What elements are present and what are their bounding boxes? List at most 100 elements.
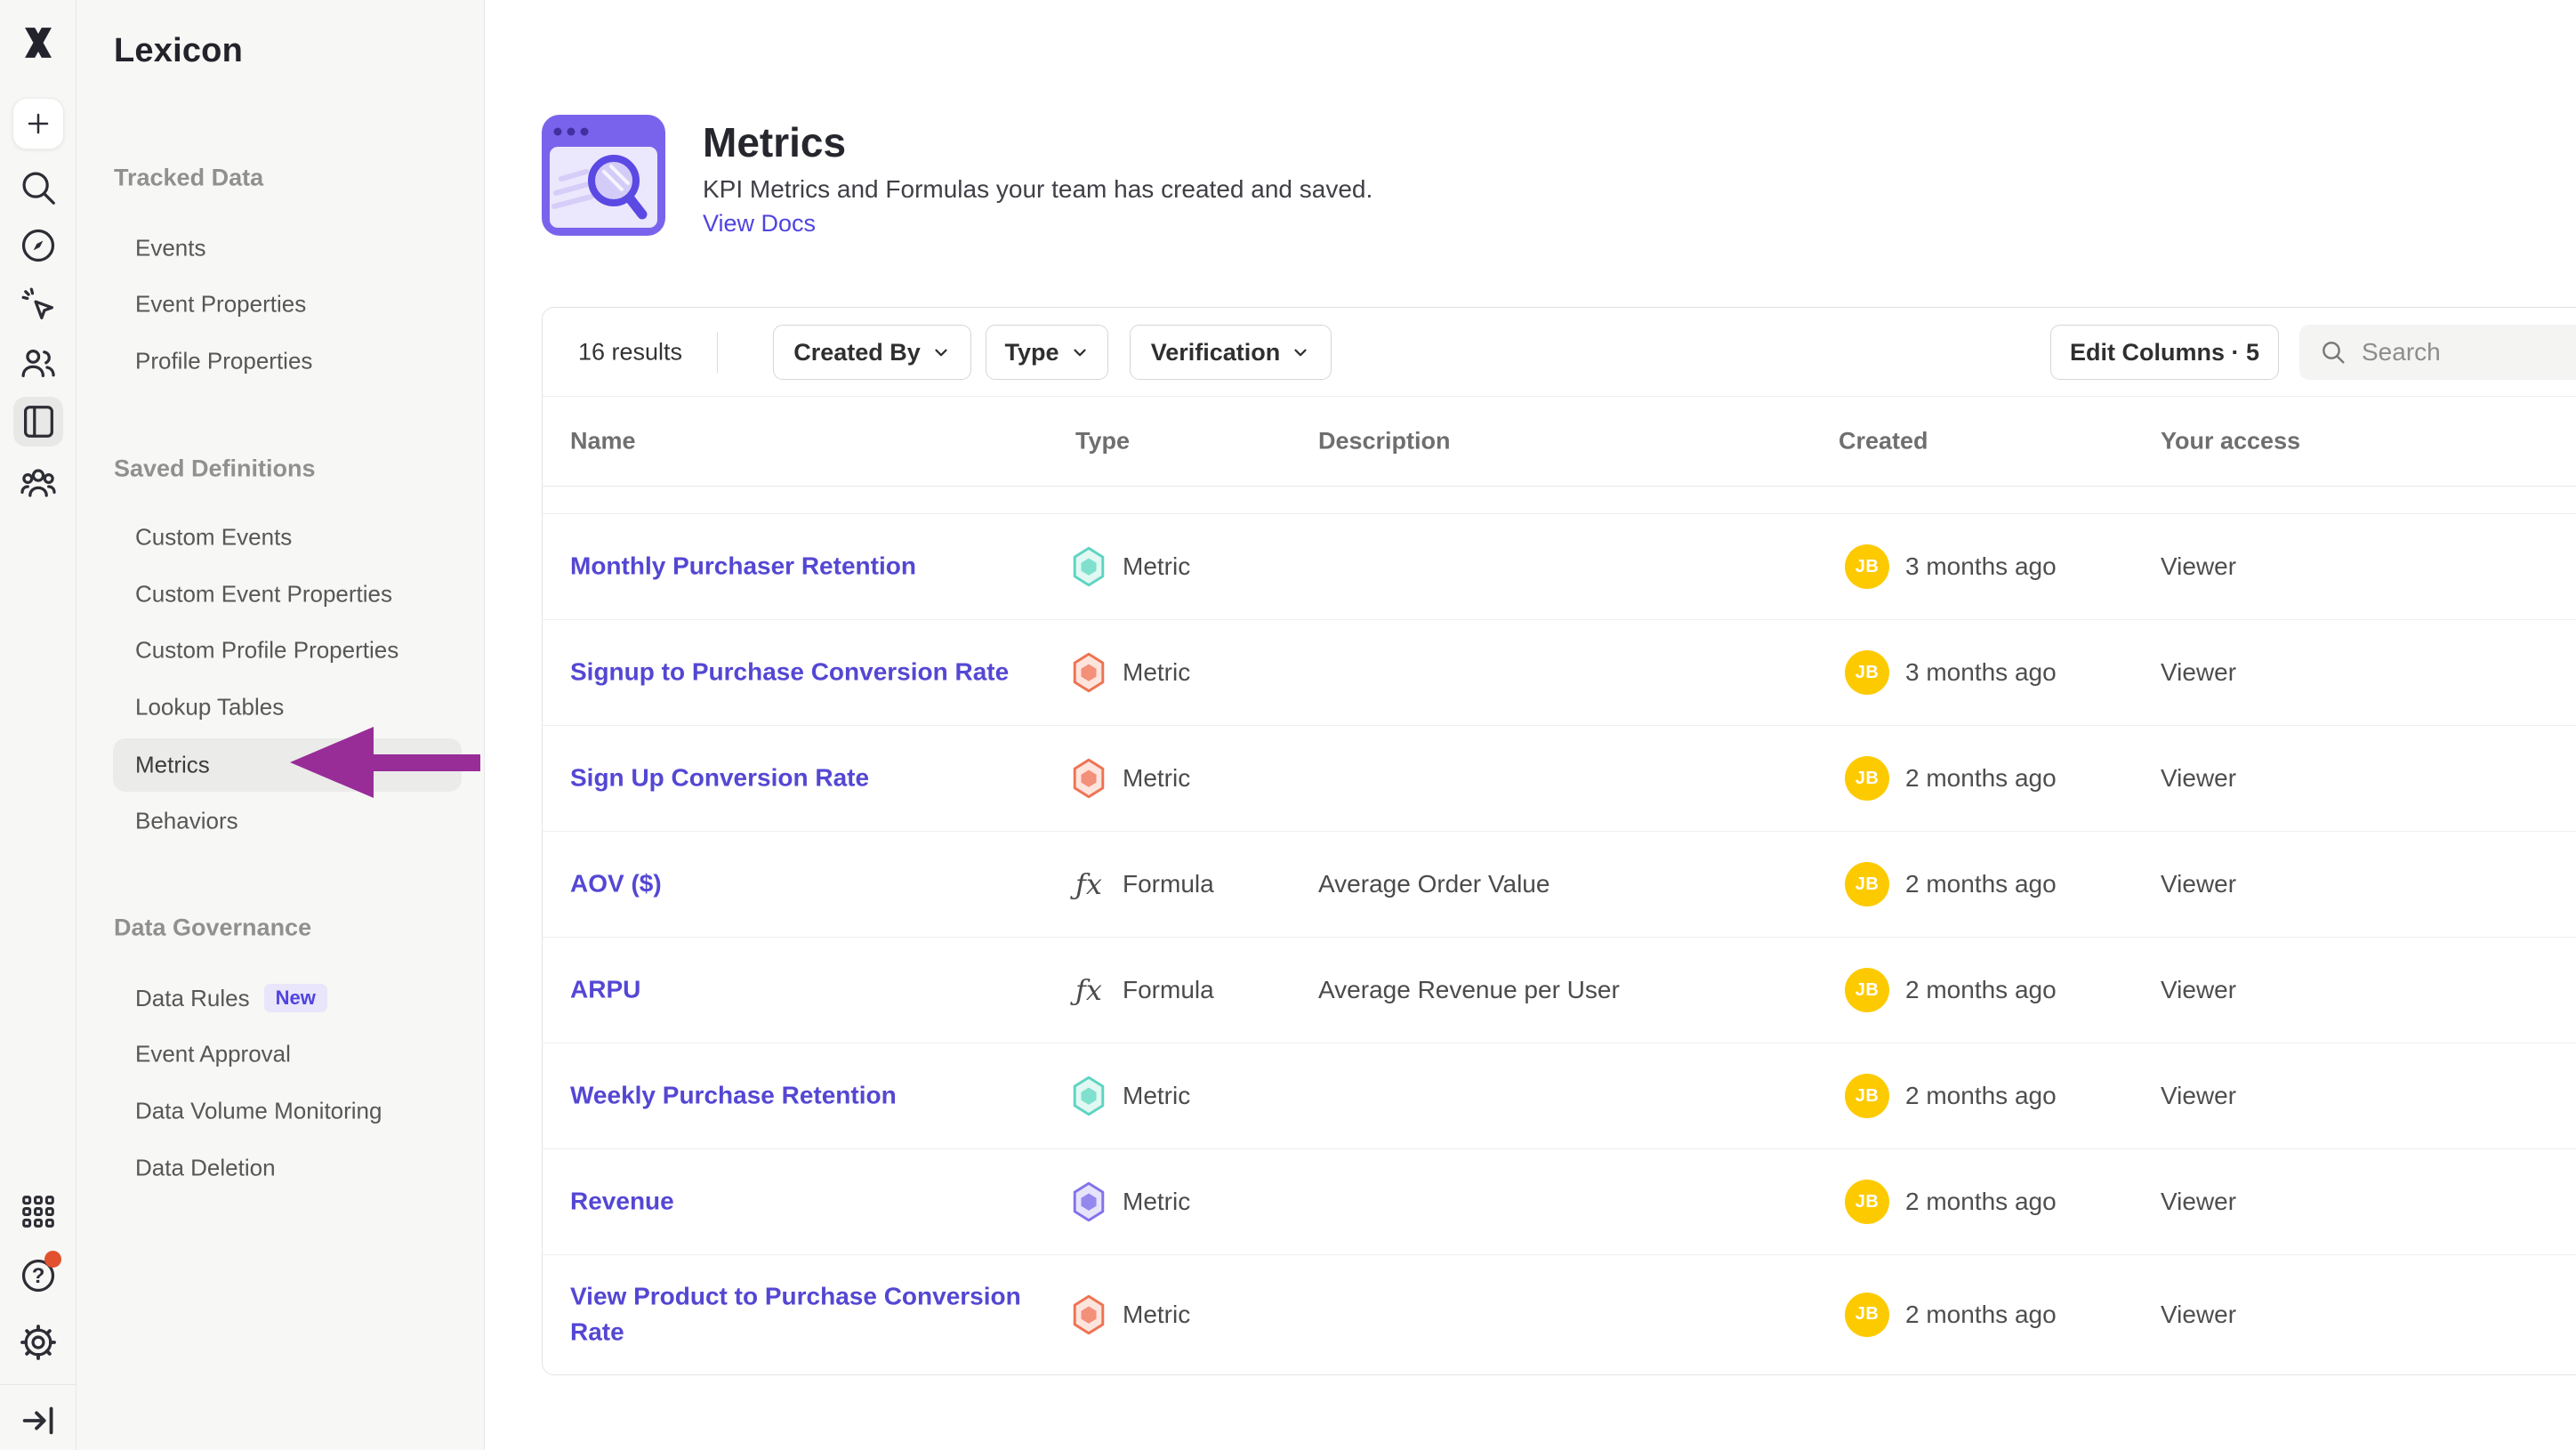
sidebar-item-profile-properties[interactable]: Profile Properties [135,348,312,375]
type-filter-label: Type [1004,339,1059,367]
mixpanel-logo[interactable] [18,22,59,63]
discover-nav-button[interactable] [18,225,59,266]
description-cell: Average Order Value [1318,870,1550,898]
avatar: JB [1845,968,1889,1012]
collapse-sidebar-button[interactable] [18,1400,59,1441]
created-cell: JB 2 months ago [1845,1293,2057,1337]
created-cell: JB 2 months ago [1845,968,2057,1012]
metric-hexagon-teal-icon [1071,546,1107,587]
plus-icon [25,110,52,137]
access-cell: Viewer [2161,1082,2236,1110]
edit-columns-label: Edit Columns · 5 [2070,339,2259,367]
table-row[interactable]: Monthly Purchaser Retention Metric JB 3 … [543,514,2576,620]
metrics-app-art [542,115,665,236]
created-time: 2 months ago [1905,870,2057,898]
metric-name-link[interactable]: ARPU [570,972,1055,1009]
access-cell: Viewer [2161,976,2236,1004]
metric-name-link[interactable]: Monthly Purchaser Retention [570,549,1055,585]
created-cell: JB 2 months ago [1845,862,2057,906]
lexicon-nav-button[interactable] [18,401,59,442]
created-time: 2 months ago [1905,1082,2057,1110]
sidebar-item-custom-event-properties[interactable]: Custom Event Properties [135,581,392,608]
view-docs-link[interactable]: View Docs [703,210,816,238]
formula-fx-icon: ƒx [1071,973,1107,1007]
sidebar-item-events[interactable]: Events [135,235,206,262]
created-cell: JB 3 months ago [1845,544,2057,589]
metric-hexagon-purple-icon [1071,1181,1107,1222]
settings-button[interactable] [18,1322,59,1363]
edit-columns-button[interactable]: Edit Columns · 5 [2050,325,2279,380]
sidebar-item-custom-events[interactable]: Custom Events [135,524,292,552]
chevron-down-icon [1070,342,1090,362]
results-count: 16 results [578,338,682,366]
table-header: Name Type Description Created Your acces… [543,397,2576,487]
metric-name-link[interactable]: Sign Up Conversion Rate [570,761,1055,797]
events-nav-button[interactable] [18,284,59,325]
type-label: Metric [1123,764,1190,793]
sidebar-item-lookup-tables[interactable]: Lookup Tables [135,694,284,721]
table-row[interactable]: ARPU ƒx Formula Average Revenue per User… [543,938,2576,1043]
sidebar-item-metrics[interactable]: Metrics [135,752,210,779]
create-new-button[interactable] [12,98,64,149]
filter-bar: 16 results Created By Type Verification … [543,308,2576,397]
metric-name-link[interactable]: AOV ($) [570,866,1055,903]
type-cell: Metric [1071,546,1190,587]
sidebar-item-behaviors[interactable]: Behaviors [135,808,238,835]
created-cell: JB 3 months ago [1845,650,2057,695]
access-cell: Viewer [2161,658,2236,687]
team-nav-button[interactable] [18,463,59,503]
metric-hexagon-orange-icon [1071,1294,1107,1335]
metric-name-link[interactable]: View Product to Purchase Conversion Rate [570,1278,1055,1350]
mixpanel-logo-icon [18,22,59,63]
table-search[interactable] [2299,325,2576,380]
section-data-governance: Data Governance [114,914,311,942]
search-input[interactable] [2362,338,2576,367]
table-row[interactable]: AOV ($) ƒx Formula Average Order Value J… [543,832,2576,938]
sidebar-item-custom-profile-properties[interactable]: Custom Profile Properties [135,637,398,665]
table-row[interactable]: View Product to Purchase Conversion Rate… [543,1255,2576,1373]
collapse-sidebar-icon [18,1400,59,1441]
type-cell: Metric [1071,1075,1190,1116]
svg-text:?: ? [32,1264,45,1288]
formula-fx-icon: ƒx [1071,867,1107,901]
verification-filter[interactable]: Verification [1130,325,1332,380]
created-by-filter-label: Created By [793,339,921,367]
metric-name-link[interactable]: Weekly Purchase Retention [570,1078,1055,1115]
created-cell: JB 2 months ago [1845,756,2057,801]
new-badge: New [264,984,327,1012]
sidebar-item-data-rules[interactable]: Data Rules New [135,984,327,1012]
table-row[interactable]: Signup to Purchase Conversion Rate Metri… [543,620,2576,726]
avatar: JB [1845,1180,1889,1224]
sidebar-item-data-volume-monitoring[interactable]: Data Volume Monitoring [135,1098,382,1125]
filter-divider [717,332,718,373]
sidebar-item-event-properties[interactable]: Event Properties [135,291,306,318]
team-icon [18,463,59,503]
rail-divider [0,1384,76,1385]
sidebar-item-event-approval[interactable]: Event Approval [135,1041,291,1068]
metric-name-link[interactable]: Revenue [570,1184,1055,1220]
search-nav-button[interactable] [18,167,59,208]
metrics-table-card: 16 results Created By Type Verification … [542,307,2576,1375]
avatar: JB [1845,650,1889,695]
apps-nav-button[interactable] [18,1191,59,1232]
metric-name-link[interactable]: Signup to Purchase Conversion Rate [570,655,1055,691]
annotation-arrow [290,727,480,807]
sidebar-item-data-deletion[interactable]: Data Deletion [135,1155,276,1182]
metric-hexagon-orange-icon [1071,652,1107,693]
search-icon [2319,338,2347,367]
type-label: Formula [1123,976,1214,1004]
created-time: 3 months ago [1905,658,2057,687]
table-row[interactable]: Revenue Metric JB 2 months ago Viewer [543,1149,2576,1255]
created-time: 2 months ago [1905,1188,2057,1216]
created-by-filter[interactable]: Created By [773,325,971,380]
created-time: 2 months ago [1905,1301,2057,1329]
table-row[interactable]: Sign Up Conversion Rate Metric JB 2 mont… [543,726,2576,832]
users-nav-button[interactable] [18,342,59,383]
description-cell: Average Revenue per User [1318,976,1620,1004]
chevron-down-icon [1291,342,1310,362]
created-time: 2 months ago [1905,764,2057,793]
table-row[interactable]: Weekly Purchase Retention Metric JB 2 mo… [543,1043,2576,1149]
column-header-your-access: Your access [2161,428,2300,455]
type-filter[interactable]: Type [986,325,1108,380]
type-cell: Metric [1071,1181,1190,1222]
